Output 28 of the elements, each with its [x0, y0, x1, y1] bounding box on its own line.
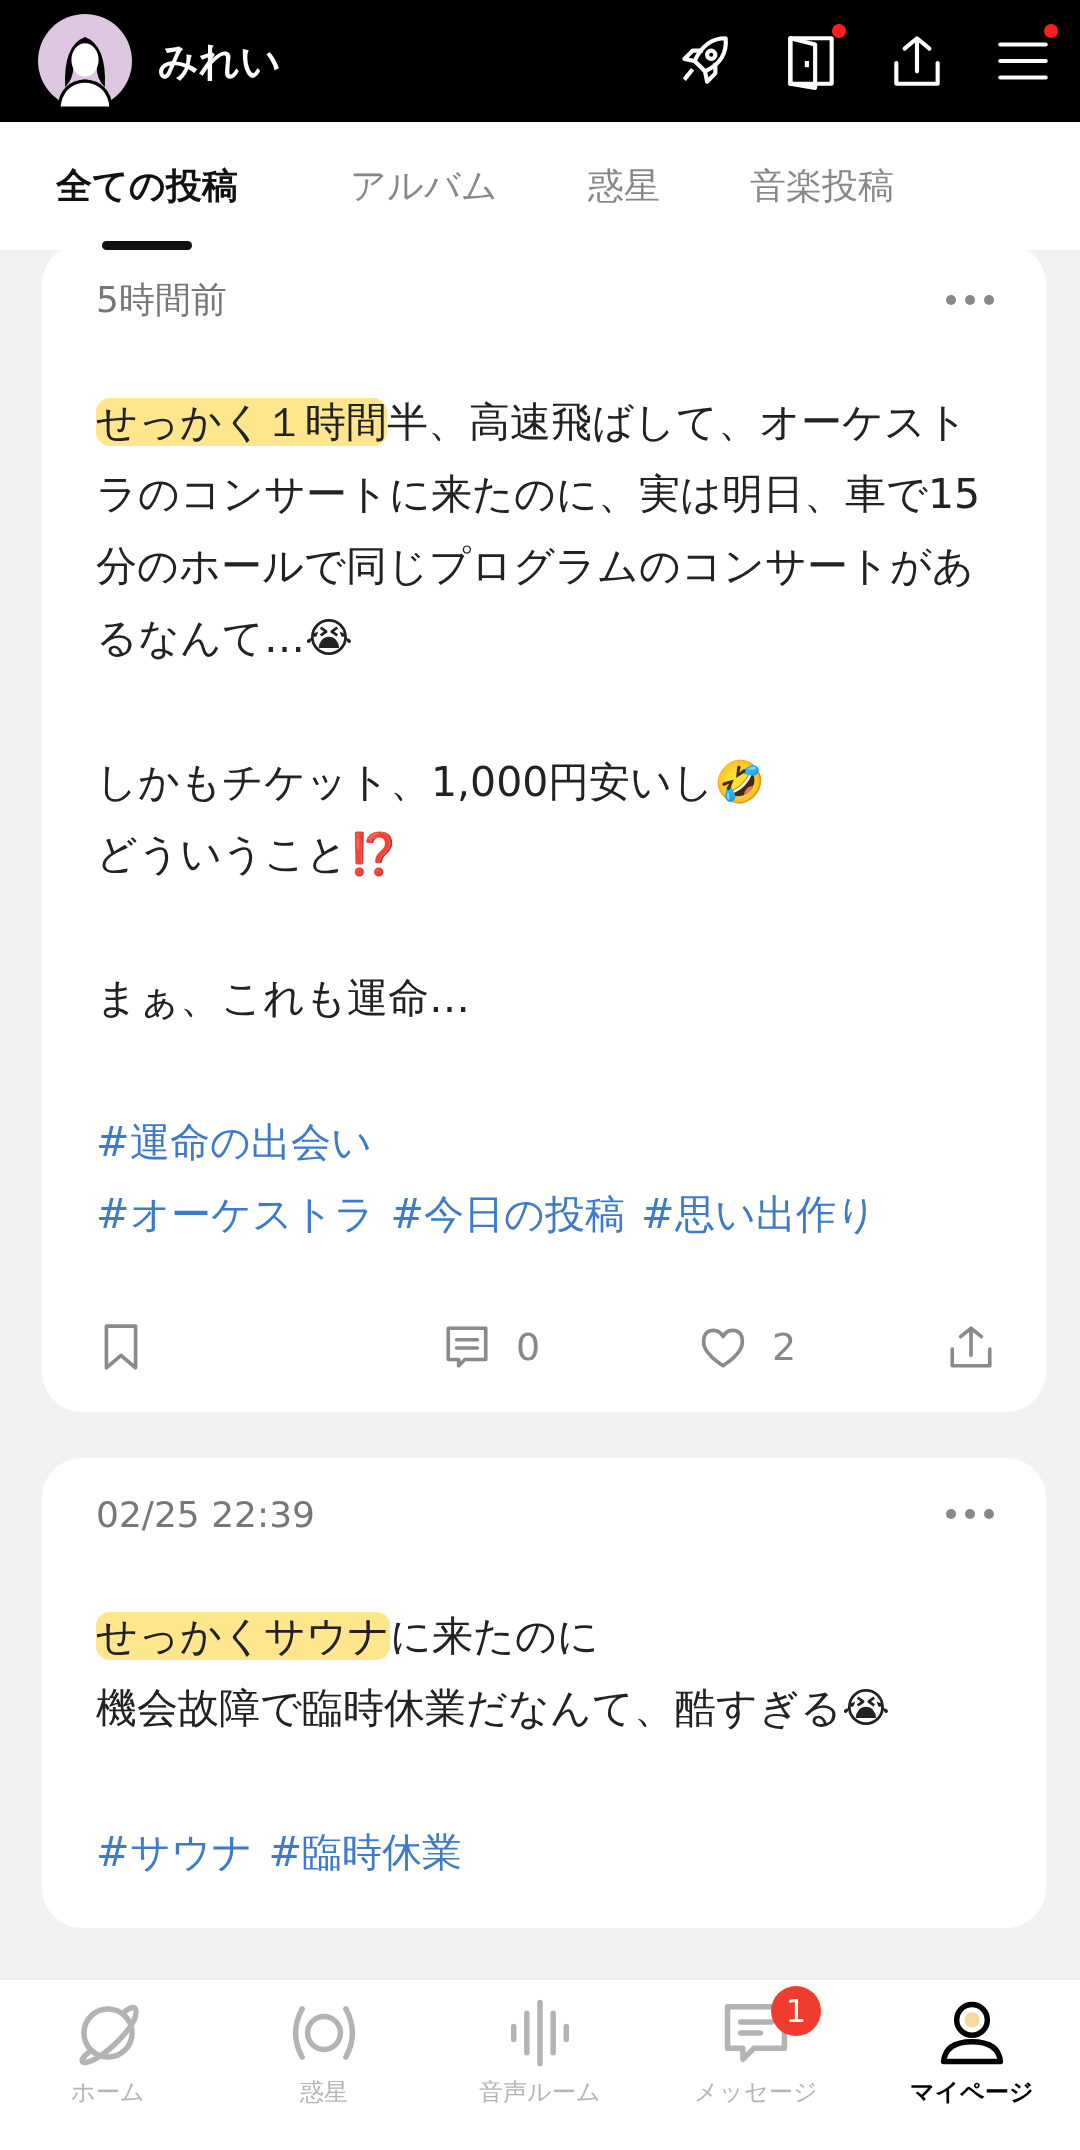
- post-text: 機会故障で臨時休業だなんて、酷すぎる😭: [96, 1683, 891, 1734]
- tab[interactable]: 全ての投稿: [56, 122, 238, 250]
- comment-count: 0: [516, 1325, 541, 1369]
- hashtag-link[interactable]: #今日の投稿: [390, 1178, 626, 1250]
- tab[interactable]: 音楽投稿: [750, 122, 894, 250]
- hashtag-link[interactable]: #思い出作り: [641, 1178, 877, 1250]
- user-name: みれい: [158, 36, 281, 86]
- tab[interactable]: 惑星: [588, 122, 660, 250]
- notification-dot: [832, 24, 846, 38]
- hashtag-link[interactable]: #オーケストラ: [96, 1178, 375, 1250]
- tab[interactable]: アルバム: [350, 122, 498, 250]
- post-text: まぁ、これも運命…: [96, 973, 471, 1024]
- hashtag-link[interactable]: #臨時休業: [268, 1816, 463, 1888]
- post-text: せっかく１時間半、高速飛ばして、オーケストラのコンサートに来たのに、実は明日、車で15分のホールで同じプログラムのコンサートがあるなんて…😭: [96, 397, 982, 664]
- post-text: しかもチケット、1,000円安いし🤣: [96, 757, 767, 808]
- unread-badge: 1: [771, 1986, 821, 2036]
- nav-item[interactable]: マイページ: [864, 1980, 1080, 2150]
- like-count: 2: [772, 1325, 797, 1369]
- post-time: 02/25 22:39: [96, 1493, 315, 1535]
- hashtag-link[interactable]: #運命の出会い: [96, 1106, 372, 1178]
- post-text: どういうこと⁉: [96, 829, 400, 880]
- more-icon[interactable]: [944, 293, 996, 307]
- more-icon[interactable]: [944, 1507, 996, 1521]
- avatar-icon[interactable]: [38, 14, 132, 108]
- hashtag-link[interactable]: #サウナ: [96, 1816, 253, 1888]
- nav-item[interactable]: 1 メッセージ: [648, 1980, 864, 2150]
- notification-dot: [1044, 24, 1058, 38]
- post-time: 5時間前: [96, 277, 227, 322]
